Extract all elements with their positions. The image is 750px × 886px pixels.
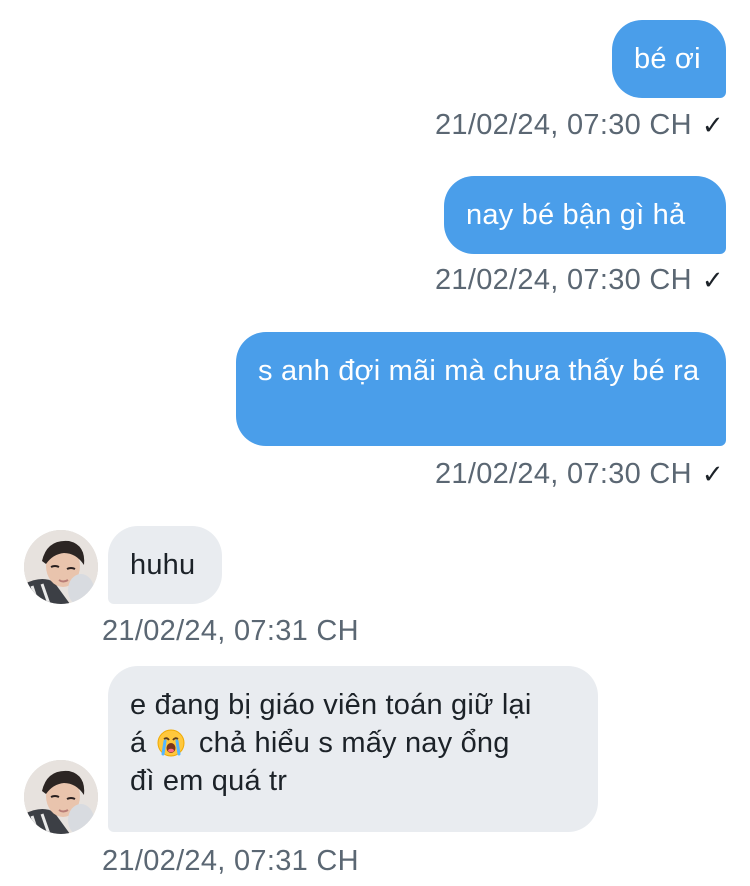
timestamp-text: 21/02/24, 07:31 CH — [102, 615, 359, 647]
message-text: s anh đợi mãi mà chưa thấy bé ra — [258, 355, 700, 387]
message-line: á chả hiểu s mấy nay ổng — [130, 724, 576, 762]
chat-thread: bé ơi 21/02/24, 07:30 CH ✓ nay bé bận gì … — [0, 0, 750, 886]
sent-check-icon: ✓ — [701, 265, 724, 295]
message-timestamp: 21/02/24, 07:31 CH — [102, 844, 359, 878]
message-text-segment: chả hiểu s mấy nay ổng — [198, 727, 510, 759]
contact-avatar-photo-icon — [24, 760, 98, 834]
outgoing-message-bubble[interactable]: s anh đợi mãi mà chưa thấy bé ra — [236, 332, 726, 446]
message-timestamp: 21/02/24, 07:30 CH ✓ — [435, 108, 724, 142]
message-timestamp: 21/02/24, 07:30 CH ✓ — [435, 263, 724, 297]
contact-avatar-photo-icon — [24, 530, 98, 604]
message-line: e đang bị giáo viên toán giữ lại — [130, 689, 532, 721]
message-text: bé ơi — [634, 43, 701, 75]
outgoing-message-bubble[interactable]: bé ơi — [612, 20, 726, 98]
sent-check-icon: ✓ — [701, 459, 724, 489]
timestamp-text: 21/02/24, 07:30 CH — [434, 458, 692, 490]
contact-avatar[interactable] — [24, 760, 98, 834]
contact-avatar[interactable] — [24, 530, 98, 604]
cropped-previous-timestamp — [120, 0, 260, 2]
outgoing-message-bubble[interactable]: nay bé bận gì hả — [444, 176, 726, 254]
message-text-segment: á — [130, 727, 147, 759]
loudly-crying-face-icon — [157, 729, 185, 757]
sent-check-icon: ✓ — [701, 110, 724, 140]
message-timestamp: 21/02/24, 07:31 CH — [102, 614, 359, 648]
message-timestamp: 21/02/24, 07:30 CH ✓ — [435, 457, 724, 491]
message-line: đì em quá tr — [130, 765, 288, 797]
message-text: nay bé bận gì hả — [466, 199, 686, 231]
message-text: huhu — [130, 549, 196, 581]
incoming-message-bubble[interactable]: e đang bị giáo viên toán giữ lại á chả h… — [108, 666, 598, 832]
incoming-message-bubble[interactable]: huhu — [108, 526, 222, 604]
timestamp-text: 21/02/24, 07:30 CH — [434, 264, 692, 296]
timestamp-text: 21/02/24, 07:30 CH — [434, 109, 692, 141]
timestamp-text: 21/02/24, 07:31 CH — [102, 845, 359, 877]
